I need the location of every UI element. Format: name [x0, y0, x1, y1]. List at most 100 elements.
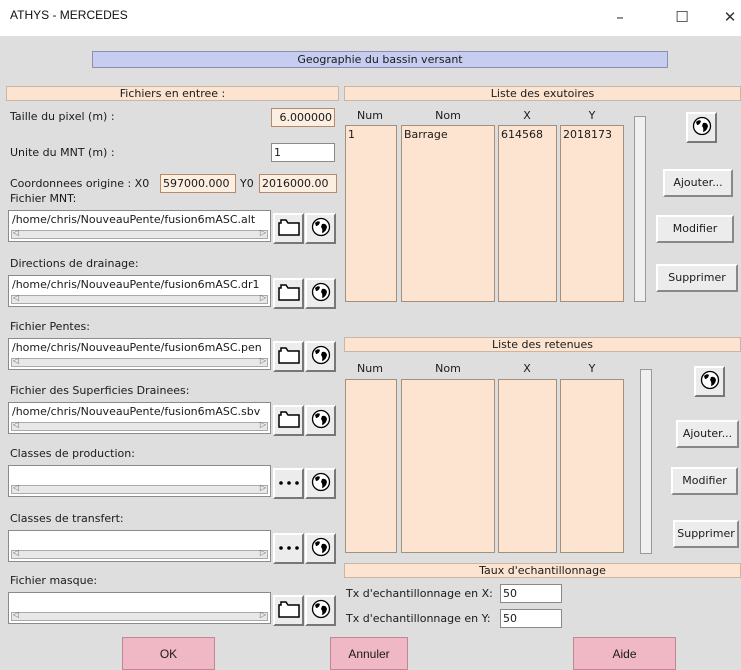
- reservoirs-globe-button[interactable]: [694, 366, 725, 397]
- sampling-x-field[interactable]: 50: [500, 584, 562, 603]
- close-button[interactable]: ✕: [708, 0, 741, 34]
- ellipsis-icon: [278, 542, 300, 555]
- file-label: Classes de transfert:: [10, 512, 124, 525]
- browse-folder-button[interactable]: [273, 405, 304, 436]
- file-path-field[interactable]: /home/chris/NouveauPente/fusion6mASC.dr1…: [8, 275, 271, 307]
- outlets-col-num: Num: [357, 109, 383, 122]
- outlet-y-cell: 2018173: [563, 128, 612, 141]
- file-path-field[interactable]: /home/chris/NouveauPente/fusion6mASC.sbv…: [8, 402, 271, 434]
- file-label: Fichier MNT:: [10, 192, 77, 205]
- file-label: Fichier des Superficies Drainees:: [10, 384, 190, 397]
- reservoirs-col-y: Y: [588, 362, 596, 375]
- pixel-size-field[interactable]: 6.000000: [271, 108, 335, 127]
- ok-button[interactable]: OK: [122, 637, 215, 670]
- ellipsis-icon: [278, 477, 300, 490]
- outlets-globe-button[interactable]: [686, 112, 717, 143]
- file-label: Classes de production:: [10, 447, 135, 460]
- outlets-scrollbar[interactable]: [634, 116, 646, 302]
- file-path-field[interactable]: ◁ ▷: [8, 592, 271, 624]
- file-path-scrollbar[interactable]: ◁ ▷: [11, 228, 268, 239]
- outlets-delete-button[interactable]: Supprimer: [656, 264, 738, 292]
- file-path-text: /home/chris/NouveauPente/fusion6mASC.dr1: [12, 278, 260, 291]
- file-path-text: /home/chris/NouveauPente/fusion6mASC.sbv: [12, 405, 261, 418]
- file-label: Directions de drainage:: [10, 257, 139, 270]
- reservoirs-scrollbar[interactable]: [640, 369, 652, 554]
- file-globe-button[interactable]: [305, 341, 336, 372]
- pixel-size-label: Taille du pixel (m) :: [10, 110, 115, 123]
- file-globe-button[interactable]: [305, 213, 336, 244]
- file-globe-button[interactable]: [305, 278, 336, 309]
- outlets-col-nom: Nom: [435, 109, 461, 122]
- browse-folder-button[interactable]: [273, 341, 304, 372]
- file-path-field[interactable]: ◁ ▷: [8, 465, 271, 497]
- file-path-scrollbar[interactable]: ◁ ▷: [11, 356, 268, 367]
- globe-icon: [692, 116, 712, 139]
- outlets-x-list[interactable]: 614568: [498, 125, 557, 302]
- file-label: Fichier Pentes:: [10, 320, 90, 333]
- browse-folder-button[interactable]: [273, 278, 304, 309]
- reservoirs-num-list[interactable]: [345, 379, 397, 553]
- file-path-scrollbar[interactable]: ◁ ▷: [11, 293, 268, 304]
- page-title: Geographie du bassin versant: [92, 51, 668, 68]
- cancel-button[interactable]: Annuler: [330, 637, 408, 670]
- globe-icon: [700, 370, 720, 393]
- y0-label: Y0: [240, 177, 254, 190]
- file-globe-button[interactable]: [305, 533, 336, 564]
- reservoirs-col-x: X: [523, 362, 531, 375]
- file-path-scrollbar[interactable]: ◁ ▷: [11, 483, 268, 494]
- file-path-scrollbar[interactable]: ◁ ▷: [11, 548, 268, 559]
- browse-dots-button[interactable]: [273, 468, 304, 499]
- origin-coords-label: Coordonnees origine : X0: [10, 177, 150, 190]
- reservoirs-nom-list[interactable]: [401, 379, 495, 553]
- folder-icon: [277, 600, 300, 621]
- y0-field[interactable]: 2016000.00: [259, 174, 337, 193]
- sampling-y-label: Tx d'echantillonnage en Y:: [346, 612, 491, 625]
- input-files-section-title: Fichiers en entree :: [6, 86, 339, 101]
- sampling-x-label: Tx d'echantillonnage en X:: [346, 587, 493, 600]
- reservoirs-section-title: Liste des retenues: [344, 337, 741, 352]
- file-path-text: /home/chris/NouveauPente/fusion6mASC.pen: [12, 341, 262, 354]
- outlets-add-button[interactable]: Ajouter...: [663, 169, 733, 197]
- reservoirs-col-num: Num: [357, 362, 383, 375]
- outlets-section-title: Liste des exutoires: [344, 86, 741, 101]
- reservoirs-x-list[interactable]: [498, 379, 557, 553]
- file-globe-button[interactable]: [305, 468, 336, 499]
- outlets-modify-button[interactable]: Modifier: [656, 215, 734, 243]
- file-globe-button[interactable]: [305, 405, 336, 436]
- folder-icon: [277, 218, 300, 239]
- reservoirs-add-button[interactable]: Ajouter...: [676, 420, 739, 448]
- outlets-col-x: X: [523, 109, 531, 122]
- browse-folder-button[interactable]: [273, 595, 304, 626]
- file-path-scrollbar[interactable]: ◁ ▷: [11, 420, 268, 431]
- file-path-field[interactable]: /home/chris/NouveauPente/fusion6mASC.alt…: [8, 210, 271, 242]
- outlet-nom-cell: Barrage: [404, 128, 448, 141]
- reservoirs-delete-button[interactable]: Supprimer: [673, 520, 739, 548]
- reservoirs-y-list[interactable]: [560, 379, 624, 553]
- browse-folder-button[interactable]: [273, 213, 304, 244]
- reservoirs-modify-button[interactable]: Modifier: [671, 467, 738, 495]
- x0-field[interactable]: 597000.000: [160, 174, 236, 193]
- globe-icon: [311, 282, 331, 305]
- sampling-y-field[interactable]: 50: [500, 609, 562, 628]
- file-path-scrollbar[interactable]: ◁ ▷: [11, 610, 268, 621]
- outlets-y-list[interactable]: 2018173: [560, 125, 624, 302]
- browse-dots-button[interactable]: [273, 533, 304, 564]
- folder-icon: [277, 410, 300, 431]
- file-globe-button[interactable]: [305, 595, 336, 626]
- folder-icon: [277, 283, 300, 304]
- mnt-unit-field[interactable]: 1: [271, 143, 335, 162]
- file-path-text: /home/chris/NouveauPente/fusion6mASC.alt: [12, 213, 256, 226]
- folder-icon: [277, 346, 300, 367]
- maximize-button[interactable]: ☐: [660, 0, 704, 34]
- help-button[interactable]: Aide: [573, 637, 676, 670]
- file-label: Fichier masque:: [10, 574, 98, 587]
- globe-icon: [311, 599, 331, 622]
- globe-icon: [311, 345, 331, 368]
- window-title: ATHYS - MERCEDES: [10, 8, 128, 22]
- outlets-nom-list[interactable]: Barrage: [401, 125, 495, 302]
- file-path-field[interactable]: ◁ ▷: [8, 530, 271, 562]
- minimize-button[interactable]: –: [598, 0, 642, 34]
- file-path-field[interactable]: /home/chris/NouveauPente/fusion6mASC.pen…: [8, 338, 271, 370]
- outlets-num-list[interactable]: 1: [345, 125, 397, 302]
- globe-icon: [311, 537, 331, 560]
